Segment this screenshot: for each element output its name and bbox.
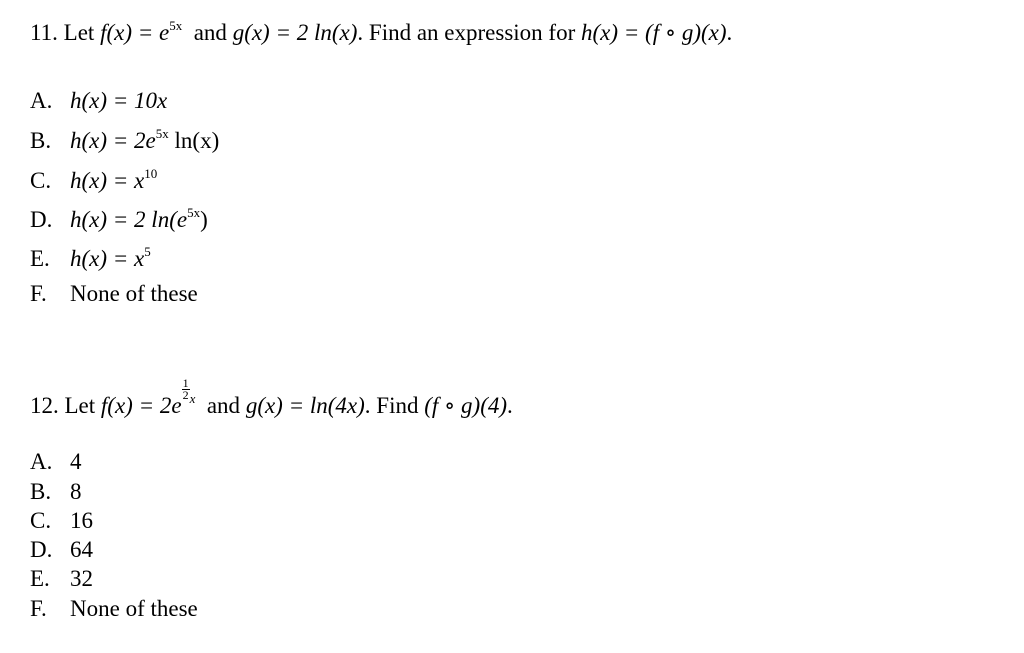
option-c: C. 16 xyxy=(30,508,93,534)
option-letter: C. xyxy=(30,168,52,193)
option-text: None of these xyxy=(70,281,198,306)
option-text: 32 xyxy=(70,566,93,591)
exponent: 5x xyxy=(187,205,201,220)
option-e: E. 32 xyxy=(30,566,93,592)
text: . xyxy=(726,20,733,45)
denominator: 2 xyxy=(182,388,189,402)
option-text: h(x) = x xyxy=(70,246,145,271)
question-number: 11. xyxy=(30,20,58,45)
option-b: B. h(x) = 2e5x ln(x) xyxy=(30,126,219,154)
exponent: 5x xyxy=(155,126,169,141)
option-letter: D. xyxy=(30,537,53,562)
option-b: B. 8 xyxy=(30,479,82,505)
option-d: D. 64 xyxy=(30,537,93,563)
composition-expression: (f ∘ g)(4) xyxy=(424,393,508,418)
text: . Find an expression for xyxy=(357,20,576,45)
text: and xyxy=(206,393,241,418)
text: and xyxy=(193,20,227,45)
option-f: F. None of these xyxy=(30,596,198,622)
option-letter: B. xyxy=(30,128,52,153)
text: Let xyxy=(63,20,95,45)
option-d: D. h(x) = 2 ln(e5x) xyxy=(30,205,208,233)
option-letter: A. xyxy=(30,88,53,113)
question-number: 12. xyxy=(30,393,59,418)
question-12-prompt: 12. Let f(x) = 2e 1 2 x and g(x) = ln(4x). … xyxy=(30,377,513,419)
option-letter: D. xyxy=(30,207,53,232)
option-text: 8 xyxy=(70,479,82,504)
option-a: A. 4 xyxy=(30,449,82,475)
option-text: 4 xyxy=(70,449,82,474)
exponent: 5x xyxy=(169,18,183,33)
option-e: E. h(x) = x5 xyxy=(30,244,151,272)
exponent-variable: x xyxy=(189,391,196,406)
option-text: h(x) = 2 ln(e xyxy=(70,207,188,232)
option-letter: C. xyxy=(30,508,52,533)
option-letter: F. xyxy=(30,596,47,621)
option-f: F. None of these xyxy=(30,281,198,307)
g-definition: g(x) = 2 ln(x) xyxy=(232,20,358,45)
option-text: None of these xyxy=(70,596,198,621)
question-11-prompt: 11. Let f(x) = e5x and g(x) = 2 ln(x). F… xyxy=(30,18,732,46)
f-definition: f(x) = 2e xyxy=(100,393,182,418)
option-text: 16 xyxy=(70,508,93,533)
exponent: 5 xyxy=(144,244,151,259)
option-letter: F. xyxy=(30,281,47,306)
option-text: h(x) = 10x xyxy=(70,88,168,113)
option-text: ) xyxy=(200,207,208,232)
f-definition: f(x) = e xyxy=(100,20,170,45)
text: Let xyxy=(64,393,96,418)
text: . xyxy=(507,393,513,418)
option-letter: E. xyxy=(30,246,50,271)
option-letter: E. xyxy=(30,566,50,591)
option-a: A. h(x) = 10x xyxy=(30,88,167,114)
h-definition: h(x) = (f ∘ g)(x) xyxy=(580,20,727,45)
option-letter: B. xyxy=(30,479,52,504)
g-definition: g(x) = ln(4x) xyxy=(245,393,365,418)
option-text: ln(x) xyxy=(168,128,220,153)
text: . Find xyxy=(364,393,419,418)
exponent-fraction: 12 xyxy=(181,377,190,402)
option-text: h(x) = x xyxy=(70,168,145,193)
option-text: h(x) = 2e xyxy=(70,128,156,153)
option-text: 64 xyxy=(70,537,93,562)
option-c: C. h(x) = x10 xyxy=(30,166,157,194)
option-letter: A. xyxy=(30,449,53,474)
exponent: 10 xyxy=(144,166,158,181)
